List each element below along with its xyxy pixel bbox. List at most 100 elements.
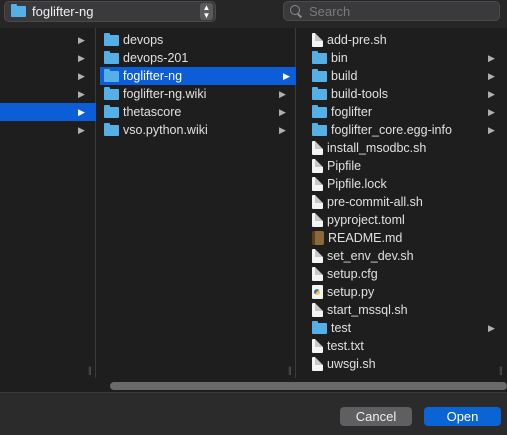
item-label: test.txt [327, 339, 364, 353]
location-popup[interactable]: foglifter-ng ▲ ▼ [4, 1, 216, 22]
open-button[interactable]: Open [424, 407, 501, 426]
item-label: set_env_dev.sh [327, 249, 414, 263]
item-label: devops-201 [123, 51, 189, 65]
list-item[interactable]: pyproject.toml [312, 211, 507, 229]
list-item[interactable]: foglifter ▶ [312, 103, 507, 121]
item-label: setup.cfg [327, 267, 378, 281]
list-item[interactable]: setup.cfg [312, 265, 507, 283]
file-icon [312, 267, 323, 281]
list-item[interactable]: pre-commit-all.sh [312, 193, 507, 211]
list-item[interactable]: install_msodbc.sh [312, 139, 507, 157]
list-item[interactable]: setup.py [312, 283, 507, 301]
chevron-right-icon[interactable]: ▶ [78, 125, 85, 136]
item-label: foglifter [331, 105, 372, 119]
column-resize-handle[interactable]: || [499, 365, 503, 375]
chevron-right-icon: ▶ [488, 53, 495, 63]
list-item[interactable]: devops [104, 31, 294, 49]
folder-icon [312, 50, 327, 64]
list-item[interactable]: README.md [312, 229, 507, 247]
markdown-file-icon [312, 231, 324, 245]
item-label: README.md [328, 231, 403, 245]
folder-icon [312, 320, 327, 334]
file-icon [312, 213, 323, 227]
list-item[interactable]: thetascore ▶ [104, 103, 294, 121]
list-item[interactable]: test.txt [312, 337, 507, 355]
column-3: add-pre.sh bin ▶ build ▶ build-tools ▶ foglifte… [304, 28, 507, 378]
cancel-button[interactable]: Cancel [340, 407, 412, 426]
column-resize-handle[interactable]: || [288, 365, 292, 375]
list-item[interactable]: start_mssql.sh [312, 301, 507, 319]
chevron-right-icon: ▶ [488, 89, 495, 99]
list-item[interactable]: build ▶ [312, 67, 507, 85]
list-item-selected[interactable]: ▶ [0, 103, 96, 121]
chevron-right-icon[interactable]: ▶ [78, 89, 85, 100]
chevron-right-icon: ▶ [283, 71, 290, 81]
file-icon [312, 195, 323, 209]
column-browser: ▶ ▶ ▶ ▶ ▶ ▶ || devops devops-201 foglift… [0, 28, 507, 378]
folder-icon [312, 122, 327, 136]
item-label: thetascore [123, 105, 182, 119]
file-icon [312, 141, 323, 155]
column-2: devops devops-201 foglifter-ng ▶ foglift… [96, 28, 296, 378]
list-item[interactable]: build-tools ▶ [312, 85, 507, 103]
list-item[interactable]: foglifter-ng.wiki ▶ [104, 85, 294, 103]
item-label: devops [123, 33, 164, 47]
item-label: Pipfile.lock [327, 177, 387, 191]
list-item[interactable]: set_env_dev.sh [312, 247, 507, 265]
list-item[interactable]: foglifter_core.egg-info ▶ [312, 121, 507, 139]
location-label: foglifter-ng [32, 4, 94, 19]
item-label: pyproject.toml [327, 213, 405, 227]
item-label: pre-commit-all.sh [327, 195, 423, 209]
list-item[interactable]: test ▶ [312, 319, 507, 337]
chevron-right-icon: ▶ [78, 107, 85, 117]
chevron-right-icon: ▶ [488, 107, 495, 117]
item-label: vso.python.wiki [123, 123, 208, 137]
search-field[interactable]: Search [283, 1, 500, 21]
search-input[interactable]: Search [309, 4, 350, 19]
folder-icon [312, 86, 327, 100]
file-icon [312, 249, 323, 263]
column-resize-handle[interactable]: || [88, 365, 92, 375]
file-icon [312, 177, 323, 191]
chevron-right-icon: ▶ [279, 89, 286, 99]
item-label: foglifter-ng [123, 69, 183, 83]
chevron-right-icon: ▶ [488, 323, 495, 333]
item-label: setup.py [327, 285, 375, 299]
item-label: add-pre.sh [327, 33, 387, 47]
folder-icon [104, 86, 119, 100]
list-item[interactable]: uwsgi.sh [312, 355, 507, 373]
chevron-right-icon: ▶ [279, 107, 286, 117]
item-label: build-tools [331, 87, 388, 101]
item-label: Pipfile [327, 159, 362, 173]
folder-icon [312, 104, 327, 118]
horizontal-scrollbar[interactable] [0, 378, 507, 392]
chevron-right-icon[interactable]: ▶ [78, 53, 85, 64]
list-item[interactable]: Pipfile [312, 157, 507, 175]
file-icon [312, 357, 323, 371]
list-item[interactable]: add-pre.sh [312, 31, 507, 49]
list-item[interactable]: bin ▶ [312, 49, 507, 67]
list-item[interactable]: vso.python.wiki ▶ [104, 121, 294, 139]
file-icon [312, 159, 323, 173]
list-item[interactable]: Pipfile.lock [312, 175, 507, 193]
item-label: bin [331, 51, 348, 65]
python-file-icon [312, 285, 323, 299]
scrollbar-thumb[interactable] [110, 382, 507, 390]
list-item-selected[interactable]: foglifter-ng ▶ [100, 67, 296, 85]
list-item[interactable]: devops-201 [104, 49, 294, 67]
file-icon [312, 33, 323, 47]
toolbar: foglifter-ng ▲ ▼ Search [0, 0, 507, 28]
folder-icon [11, 4, 26, 17]
item-label: uwsgi.sh [327, 357, 376, 371]
file-icon [312, 339, 323, 353]
dialog-footer: Cancel Open [0, 392, 507, 435]
chevron-right-icon[interactable]: ▶ [78, 71, 85, 82]
chevron-right-icon: ▶ [488, 125, 495, 135]
chevron-updown-icon[interactable]: ▲ ▼ [200, 3, 213, 20]
chevron-right-icon: ▶ [488, 71, 495, 81]
folder-icon [104, 32, 119, 46]
chevron-right-icon[interactable]: ▶ [78, 35, 85, 46]
chevron-right-icon: ▶ [279, 125, 286, 135]
search-icon [289, 4, 303, 18]
item-label: foglifter_core.egg-info [331, 123, 452, 137]
